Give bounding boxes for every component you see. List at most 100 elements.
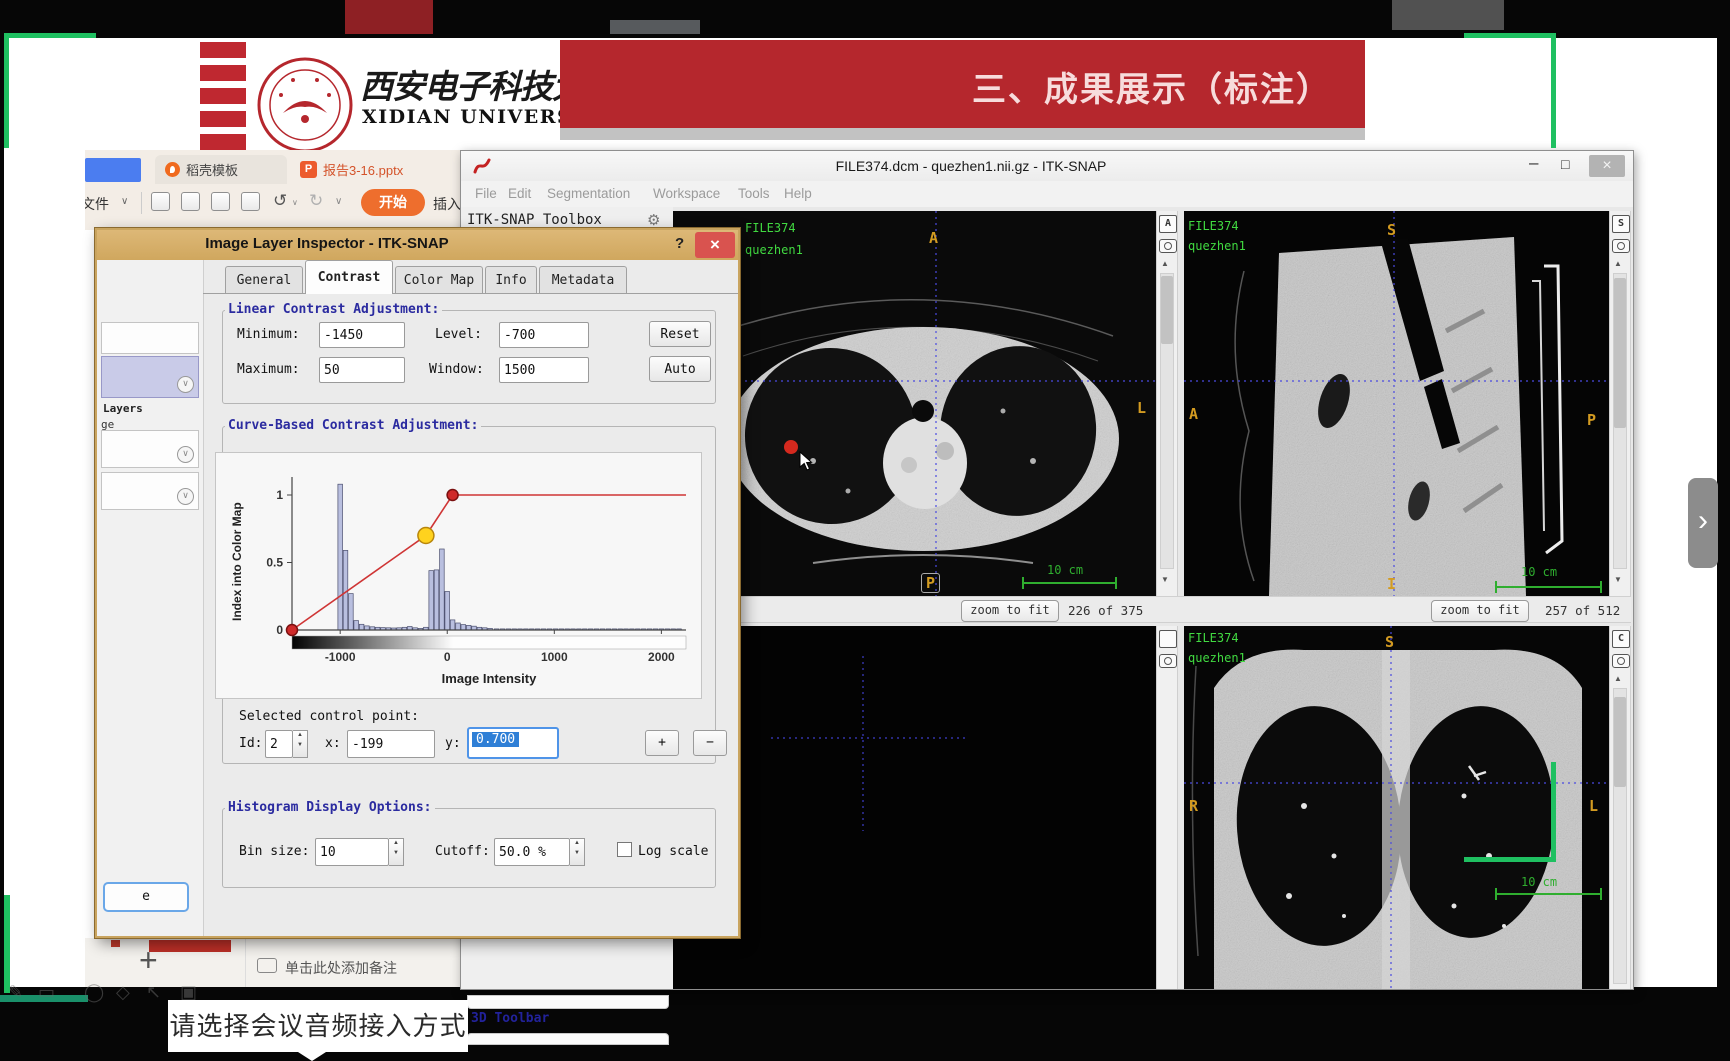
notes-bubble-icon bbox=[257, 958, 277, 973]
axial-zoom-to-fit-button[interactable]: zoom to fit bbox=[961, 600, 1059, 622]
sagittal-view-icon[interactable]: S bbox=[1612, 215, 1630, 233]
layer-collapse-icon[interactable]: ∨ bbox=[177, 446, 194, 463]
camera-icon[interactable] bbox=[1612, 239, 1630, 253]
coronal-view[interactable] bbox=[1184, 626, 1609, 989]
help-icon[interactable]: ? bbox=[675, 235, 684, 252]
scrollbar-thumb[interactable] bbox=[1161, 276, 1173, 344]
reset-button[interactable]: Reset bbox=[649, 321, 711, 347]
itksnap-titlebar[interactable]: FILE374.dcm - quezhen1.nii.gz - ITK-SNAP… bbox=[461, 151, 1633, 182]
minimize-icon[interactable]: – bbox=[1529, 153, 1538, 173]
pencil-icon[interactable]: ✎ bbox=[8, 982, 23, 1003]
more-tools-icon[interactable]: ∨ bbox=[335, 196, 342, 207]
camera-icon[interactable] bbox=[1159, 654, 1177, 668]
scrollbar-thumb[interactable] bbox=[1614, 697, 1626, 787]
undo-icon[interactable]: ↺ bbox=[273, 191, 287, 211]
add-slide-button[interactable]: + bbox=[139, 942, 158, 979]
wps-insert-menu[interactable]: 插入 bbox=[433, 194, 461, 214]
point-y-input[interactable]: 0.700 bbox=[467, 727, 559, 759]
diamond-icon[interactable]: ◇ bbox=[116, 982, 130, 1003]
cutoff-input[interactable] bbox=[494, 838, 570, 866]
window-input[interactable] bbox=[499, 357, 589, 383]
preview-icon[interactable] bbox=[241, 192, 260, 211]
camera-icon[interactable] bbox=[1159, 239, 1177, 253]
notes-placeholder[interactable]: 单击此处添加备注 bbox=[285, 958, 397, 978]
wps-tab-file[interactable]: P 报告3-16.pptx bbox=[290, 155, 460, 184]
maximize-icon[interactable]: □ bbox=[1561, 156, 1569, 172]
undo-dropdown-icon[interactable]: ∨ bbox=[292, 198, 298, 207]
contrast-curve-chart[interactable]: 00.51-1000010002000Image Intensity Index… bbox=[215, 452, 702, 699]
axial-view-icon[interactable]: A bbox=[1159, 215, 1177, 233]
cursor-icon[interactable]: ↖ bbox=[146, 982, 161, 1003]
camera-icon[interactable] bbox=[1612, 654, 1630, 668]
menu-segmentation[interactable]: Segmentation bbox=[547, 186, 630, 201]
menu-tools[interactable]: Tools bbox=[738, 186, 770, 201]
chevron-down-icon[interactable]: ∨ bbox=[121, 196, 128, 207]
ellipse-icon[interactable]: ◯ bbox=[84, 982, 104, 1003]
scroll-up-icon[interactable]: ▲ bbox=[1161, 259, 1169, 268]
curve-chart-svg[interactable]: 00.51-1000010002000Image Intensity bbox=[216, 453, 703, 700]
wps-tab-template[interactable]: 稻壳模板 bbox=[155, 155, 287, 184]
partial-close-button[interactable]: e bbox=[103, 882, 189, 912]
point-x-input[interactable] bbox=[347, 730, 435, 758]
rectangle-icon[interactable]: ▭ bbox=[38, 982, 55, 1003]
menu-file[interactable]: File bbox=[475, 186, 497, 201]
volume-3d-view[interactable] bbox=[673, 626, 1156, 989]
tab-metadata[interactable]: Metadata bbox=[539, 266, 627, 294]
scroll-down-icon[interactable]: ▼ bbox=[1614, 575, 1622, 584]
tab-color-map[interactable]: Color Map bbox=[395, 266, 483, 294]
wps-tab-fragment[interactable] bbox=[85, 158, 141, 182]
close-icon[interactable]: × bbox=[1589, 155, 1625, 177]
menu-help[interactable]: Help bbox=[784, 186, 812, 201]
annotation-dot[interactable] bbox=[784, 440, 798, 454]
bin-size-input[interactable] bbox=[315, 838, 389, 866]
scroll-up-icon[interactable]: ▲ bbox=[1614, 674, 1622, 683]
tab-contrast[interactable]: Contrast bbox=[305, 260, 393, 294]
print-icon[interactable] bbox=[211, 192, 230, 211]
save-icon[interactable] bbox=[151, 192, 170, 211]
scrollbar-track[interactable] bbox=[1613, 273, 1627, 569]
coronal-view-icon[interactable]: C bbox=[1612, 630, 1630, 648]
auto-button[interactable]: Auto bbox=[649, 356, 711, 382]
remove-point-button[interactable]: − bbox=[693, 730, 727, 756]
layer-collapse-icon[interactable]: ∨ bbox=[177, 376, 194, 393]
tab-general[interactable]: General bbox=[225, 266, 303, 294]
scrollbar-track[interactable] bbox=[1613, 688, 1627, 984]
menu-edit[interactable]: Edit bbox=[508, 186, 531, 201]
add-point-button[interactable]: + bbox=[645, 730, 679, 756]
layer-row[interactable]: ∨ bbox=[101, 472, 199, 510]
gear-icon[interactable]: ⚙ bbox=[647, 211, 660, 229]
meeting-audio-tooltip[interactable]: 请选择会议音频接入方式 bbox=[168, 1000, 468, 1052]
scroll-up-icon[interactable]: ▲ bbox=[1614, 259, 1622, 268]
cutoff-spinner[interactable]: ▲▼ bbox=[570, 838, 585, 866]
curve-control-point[interactable] bbox=[447, 490, 458, 501]
log-scale-checkbox[interactable] bbox=[617, 842, 632, 857]
volume-view-icon[interactable] bbox=[1159, 630, 1177, 648]
layer-row[interactable] bbox=[101, 322, 199, 354]
point-id-input[interactable] bbox=[265, 730, 293, 758]
dialog-close-icon[interactable]: × bbox=[695, 232, 735, 258]
output-icon[interactable] bbox=[181, 192, 200, 211]
bin-size-spinner[interactable]: ▲▼ bbox=[389, 838, 404, 866]
maximum-input[interactable] bbox=[319, 357, 405, 383]
tab-info[interactable]: Info bbox=[485, 266, 537, 294]
sagittal-zoom-to-fit-button[interactable]: zoom to fit bbox=[1431, 600, 1529, 622]
side-panel-expand-button[interactable]: › bbox=[1688, 478, 1718, 568]
sagittal-view[interactable] bbox=[1184, 211, 1609, 596]
curve-control-point[interactable] bbox=[287, 625, 298, 636]
minimum-input[interactable] bbox=[319, 322, 405, 348]
axial-view[interactable] bbox=[673, 211, 1156, 596]
level-input[interactable] bbox=[499, 322, 589, 348]
scrollbar-thumb[interactable] bbox=[1614, 278, 1626, 428]
point-id-spinner[interactable]: ▲▼ bbox=[293, 730, 308, 758]
redo-icon[interactable]: ↻ bbox=[309, 191, 323, 211]
scroll-down-icon[interactable]: ▼ bbox=[1161, 575, 1169, 584]
wps-file-menu[interactable]: 文件 bbox=[85, 194, 109, 214]
layer-collapse-icon[interactable]: ∨ bbox=[177, 488, 194, 505]
layer-row[interactable]: ∨ bbox=[101, 430, 199, 468]
dialog-titlebar[interactable]: Image Layer Inspector - ITK-SNAP ? × bbox=[97, 230, 738, 260]
scrollbar-track[interactable] bbox=[1160, 273, 1174, 569]
menu-workspace[interactable]: Workspace bbox=[653, 186, 720, 201]
wps-start-button[interactable]: 开始 bbox=[361, 189, 425, 216]
curve-control-point-selected[interactable] bbox=[418, 528, 434, 544]
layer-row-selected[interactable]: ∨ bbox=[101, 356, 199, 398]
